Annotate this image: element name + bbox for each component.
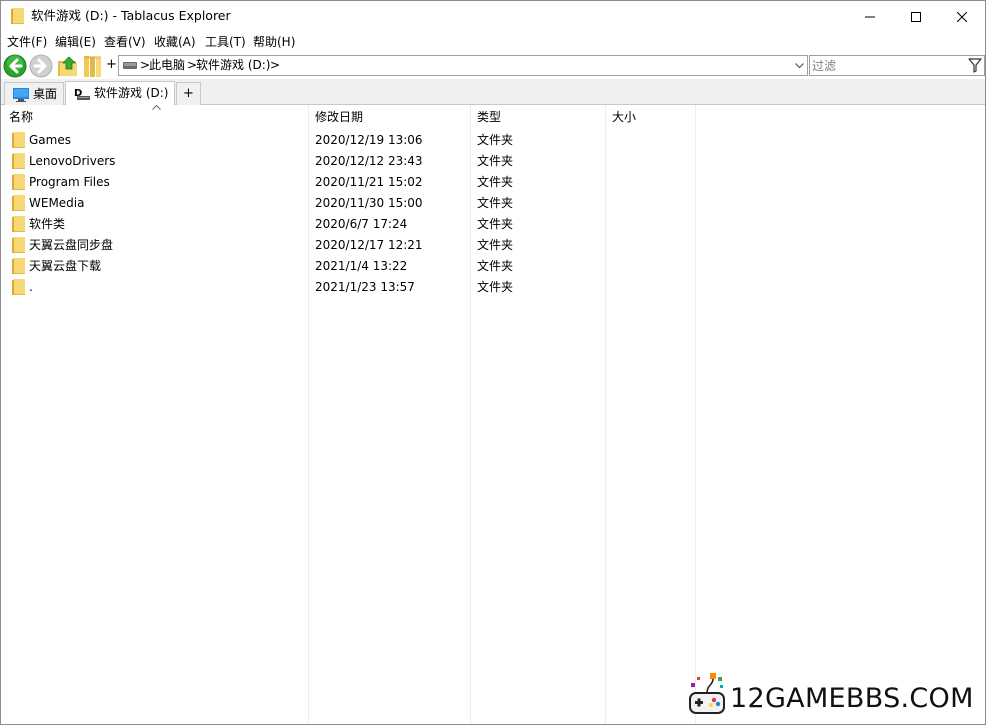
file-name: Program Files: [29, 175, 110, 189]
new-tab-button[interactable]: +: [176, 82, 201, 105]
table-row[interactable]: Program Files 2020/11/21 15:02 文件夹: [1, 172, 701, 193]
address-bar[interactable]: > 此电脑 > 软件游戏 (D:) >: [118, 55, 808, 76]
file-name: WEMedia: [29, 196, 85, 210]
menu-tools[interactable]: 工具(T): [205, 34, 246, 50]
file-modified-date: 2020/12/17 12:21: [315, 238, 423, 252]
menu-file[interactable]: 文件(F): [7, 34, 47, 50]
watermark-text: 12GAMEBBS.COM: [730, 683, 974, 714]
menu-help[interactable]: 帮助(H): [253, 34, 295, 50]
file-modified-date: 2020/12/12 23:43: [315, 154, 423, 168]
tab-bar: 桌面 D 软件游戏 (D:) +: [1, 79, 985, 105]
forward-arrow-icon[interactable]: [29, 54, 53, 78]
address-segment-drive[interactable]: 软件游戏 (D:): [196, 57, 270, 74]
maximize-icon: [911, 11, 921, 22]
toolbar: + > 此电脑 > 软件游戏 (D:) >: [1, 53, 985, 79]
add-favorite-button[interactable]: +: [106, 57, 117, 73]
menu-edit[interactable]: 编辑(E): [55, 34, 96, 50]
file-modified-date: 2021/1/23 13:57: [315, 280, 415, 294]
table-row[interactable]: 天翼云盘同步盘 2020/12/17 12:21 文件夹: [1, 235, 701, 256]
menu-view[interactable]: 查看(V): [104, 34, 146, 50]
chevron-down-icon: [794, 62, 804, 68]
sort-ascending-icon: [152, 105, 161, 110]
column-header-type[interactable]: 类型: [477, 110, 501, 125]
folder-icon: [12, 216, 25, 232]
file-name: 天翼云盘下载: [29, 259, 102, 273]
file-list: 名称 修改日期 类型 大小 Games 2020/12/19 13:06 文件夹 Le…: [1, 105, 985, 724]
file-name: 天翼云盘同步盘: [29, 238, 114, 252]
file-modified-date: 2020/6/7 17:24: [315, 217, 408, 231]
file-type: 文件夹: [477, 154, 514, 168]
file-modified-date: 2021/1/4 13:22: [315, 259, 408, 273]
menu-favorites[interactable]: 收藏(A): [154, 34, 196, 50]
table-row[interactable]: Games 2020/12/19 13:06 文件夹: [1, 130, 701, 151]
minimize-button[interactable]: [847, 1, 893, 32]
tab-drive-d[interactable]: D 软件游戏 (D:): [65, 81, 175, 105]
file-modified-date: 2020/11/21 15:02: [315, 175, 423, 189]
address-segment-this-pc[interactable]: 此电脑: [149, 57, 185, 74]
column-header-modified[interactable]: 修改日期: [315, 110, 363, 125]
explorer-window: 软件游戏 (D:) - Tablacus Explorer 文件(F) 编辑(E…: [0, 0, 986, 725]
address-separator[interactable]: >: [270, 57, 280, 74]
file-name: .: [29, 280, 33, 294]
file-modified-date: 2020/11/30 15:00: [315, 196, 423, 210]
back-arrow-icon[interactable]: [3, 54, 27, 78]
file-modified-date: 2020/12/19 13:06: [315, 133, 423, 147]
desktop-icon: [13, 88, 29, 102]
table-row[interactable]: 天翼云盘下载 2021/1/4 13:22 文件夹: [1, 256, 701, 277]
gamepad-logo-icon: [689, 673, 725, 714]
table-row[interactable]: 软件类 2020/6/7 17:24 文件夹: [1, 214, 701, 235]
column-header-size[interactable]: 大小: [612, 110, 636, 125]
menu-bar: 文件(F) 编辑(E) 查看(V) 收藏(A) 工具(T) 帮助(H): [1, 32, 985, 53]
column-header-name[interactable]: 名称: [9, 110, 33, 125]
close-button[interactable]: [939, 1, 985, 32]
file-type: 文件夹: [477, 280, 514, 294]
file-name: LenovoDrivers: [29, 154, 116, 168]
address-dropdown-button[interactable]: [792, 57, 806, 74]
file-type: 文件夹: [477, 259, 514, 273]
file-type: 文件夹: [477, 175, 514, 189]
tab-desktop[interactable]: 桌面: [4, 82, 64, 105]
folder-icon: [12, 153, 25, 169]
table-row[interactable]: . 2021/1/23 13:57 文件夹: [1, 277, 701, 298]
close-icon: [957, 11, 967, 22]
folder-icon: [12, 195, 25, 211]
filter-funnel-icon[interactable]: [968, 58, 982, 73]
tab-drive-d-label: 软件游戏 (D:): [94, 86, 169, 100]
filter-input[interactable]: [812, 57, 962, 74]
file-type: 文件夹: [477, 196, 514, 210]
watermark: 12GAMEBBS.COM: [687, 671, 977, 721]
file-name: 软件类: [29, 217, 66, 231]
drive-icon: [123, 62, 137, 69]
folder-icon: [12, 174, 25, 190]
folder-icon: [12, 279, 25, 295]
drive-icon: D: [74, 88, 90, 100]
file-name: Games: [29, 133, 71, 147]
folder-icon: [12, 258, 25, 274]
file-type: 文件夹: [477, 133, 514, 147]
folder-icon: [12, 237, 25, 253]
folder-icon: [12, 132, 25, 148]
tab-desktop-label: 桌面: [33, 87, 58, 101]
maximize-button[interactable]: [893, 1, 939, 32]
minimize-icon: [865, 16, 875, 17]
title-bar[interactable]: 软件游戏 (D:) - Tablacus Explorer: [1, 1, 985, 32]
filter-box[interactable]: [809, 55, 985, 76]
file-type: 文件夹: [477, 238, 514, 252]
folder-tree-icon[interactable]: [81, 54, 105, 78]
table-row[interactable]: LenovoDrivers 2020/12/12 23:43 文件夹: [1, 151, 701, 172]
file-type: 文件夹: [477, 217, 514, 231]
table-row[interactable]: WEMedia 2020/11/30 15:00 文件夹: [1, 193, 701, 214]
up-folder-icon[interactable]: [56, 54, 80, 78]
window-title: 软件游戏 (D:) - Tablacus Explorer: [31, 8, 231, 23]
folder-icon: [11, 8, 24, 24]
